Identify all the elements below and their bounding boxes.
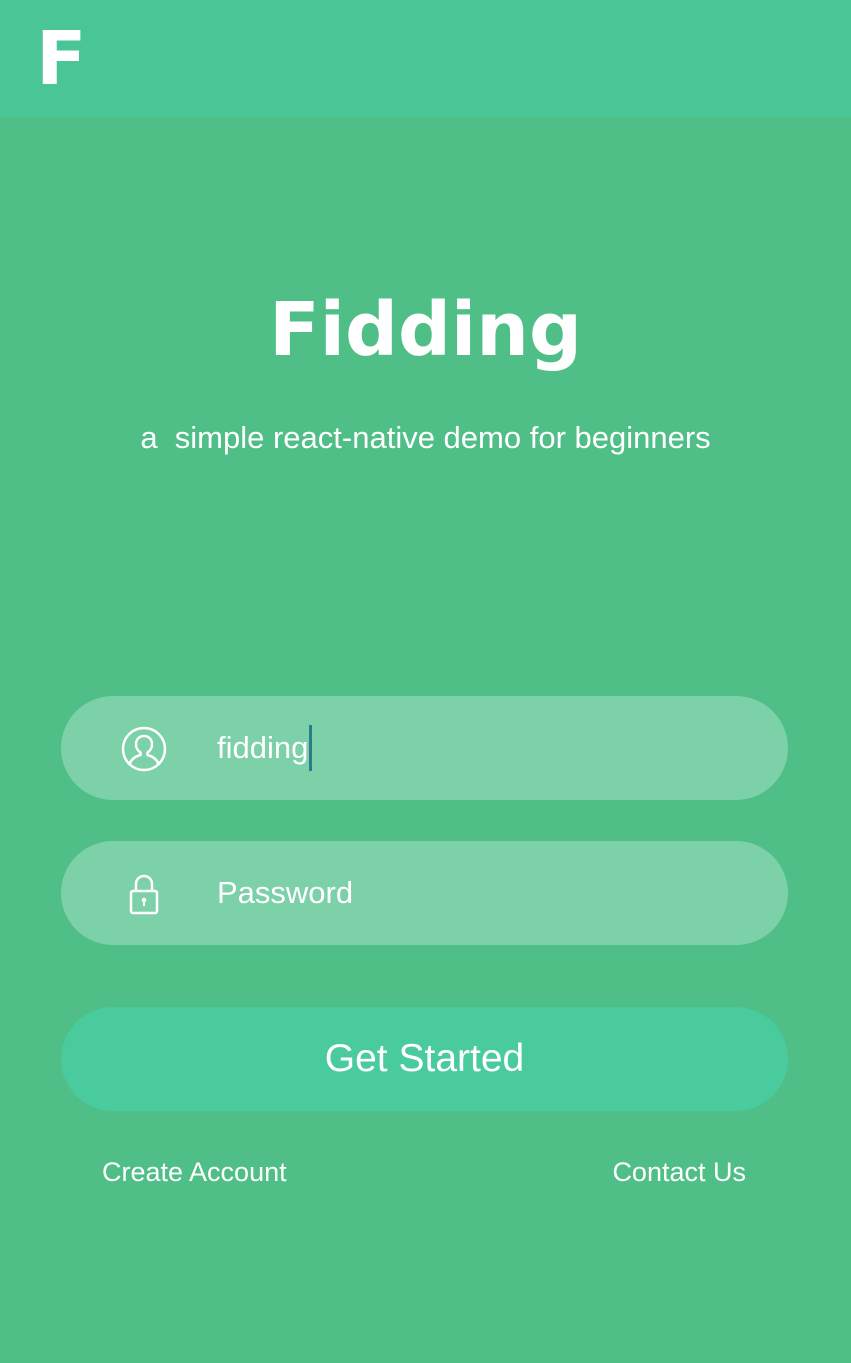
password-field[interactable]: Password — [61, 841, 788, 945]
create-account-link[interactable]: Create Account — [102, 1154, 287, 1190]
username-field[interactable]: fidding — [61, 696, 788, 800]
password-input[interactable]: Password — [217, 841, 353, 945]
lock-icon — [129, 874, 159, 915]
username-input[interactable]: fidding — [217, 696, 313, 800]
username-value: fidding — [217, 730, 309, 765]
user-icon — [121, 726, 167, 772]
text-caret — [309, 725, 313, 771]
get-started-button[interactable]: Get Started — [61, 1007, 788, 1111]
app-logo: F — [36, 16, 87, 102]
contact-us-link[interactable]: Contact Us — [612, 1154, 746, 1190]
app-title: Fidding — [269, 287, 582, 373]
app-header: F — [0, 0, 851, 117]
app-subtitle: a simple react-native demo for beginners — [140, 420, 711, 455]
